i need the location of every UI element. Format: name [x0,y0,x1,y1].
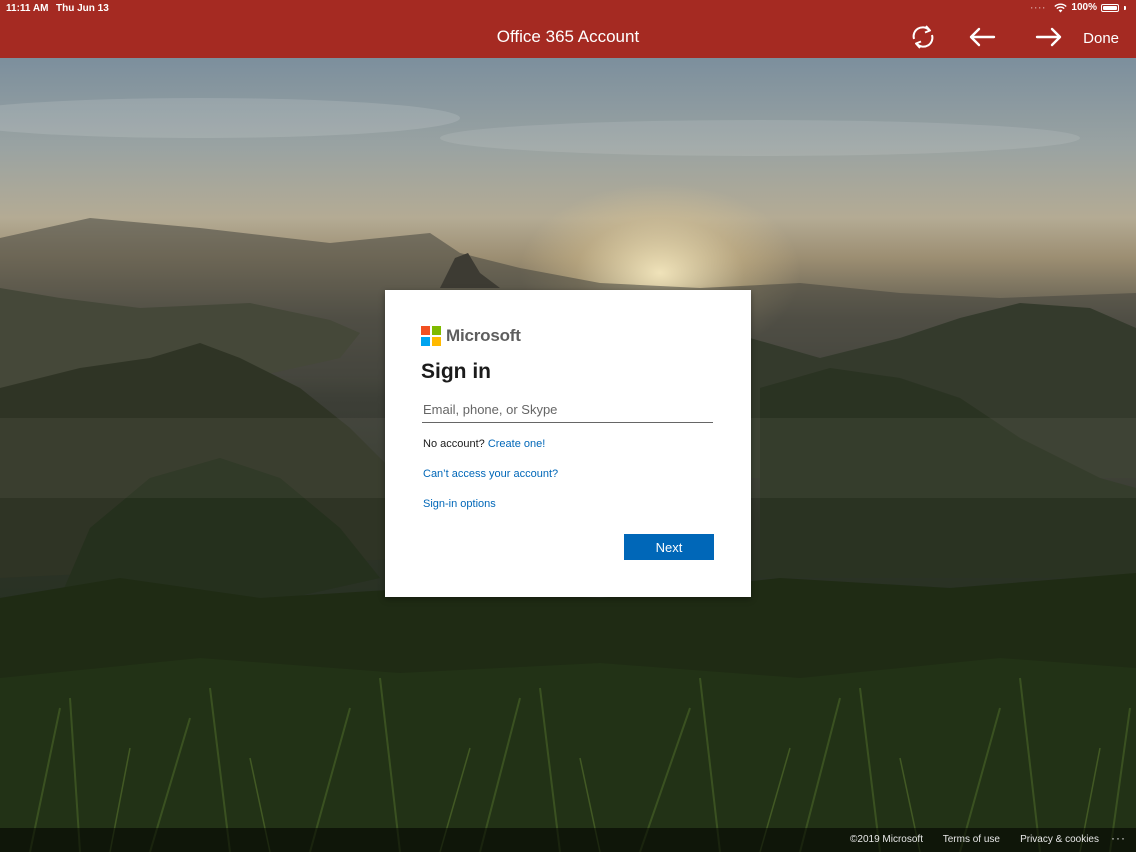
forward-arrow-icon[interactable] [1035,24,1063,50]
status-indicators: ···· 100% [1030,2,1126,13]
battery-nub [1124,5,1126,10]
done-button[interactable]: Done [1083,30,1119,47]
sign-in-heading: Sign in [421,360,491,383]
more-options-icon[interactable]: ··· [1111,831,1126,845]
next-button[interactable]: Next [624,534,714,560]
wifi-icon [1054,3,1068,12]
create-account-link[interactable]: Create one! [488,438,545,450]
email-field[interactable] [422,396,713,423]
status-date: Thu Jun 13 [56,3,109,14]
copyright-text: ©2019 Microsoft [850,834,923,845]
microsoft-wordmark: Microsoft [446,326,521,345]
terms-of-use-link[interactable]: Terms of use [943,834,1000,845]
status-time: 11:11 AM [6,3,49,14]
back-arrow-icon[interactable] [968,24,996,50]
battery-icon [1101,3,1119,12]
sign-in-card: Microsoft Sign in No account? Create one… [385,290,751,597]
microsoft-logo-icon [421,326,441,346]
battery-percent: 100% [1071,2,1097,13]
cant-access-account-link[interactable]: Can’t access your account? [423,468,558,480]
cellular-dots-icon: ···· [1030,2,1047,13]
refresh-icon[interactable] [909,24,937,50]
page-title: Office 365 Account [496,27,640,46]
privacy-cookies-link[interactable]: Privacy & cookies [1020,834,1099,845]
footer-bar: ©2019 Microsoft Terms of use Privacy & c… [0,828,1136,852]
sign-in-options-link[interactable]: Sign-in options [423,498,496,510]
no-account-label: No account? [423,438,485,450]
microsoft-logo: Microsoft [421,326,521,346]
no-account-text: No account? Create one! [423,438,545,450]
top-navigation-bar: 11:11 AM Thu Jun 13 ···· 100% Office 365… [0,0,1136,58]
